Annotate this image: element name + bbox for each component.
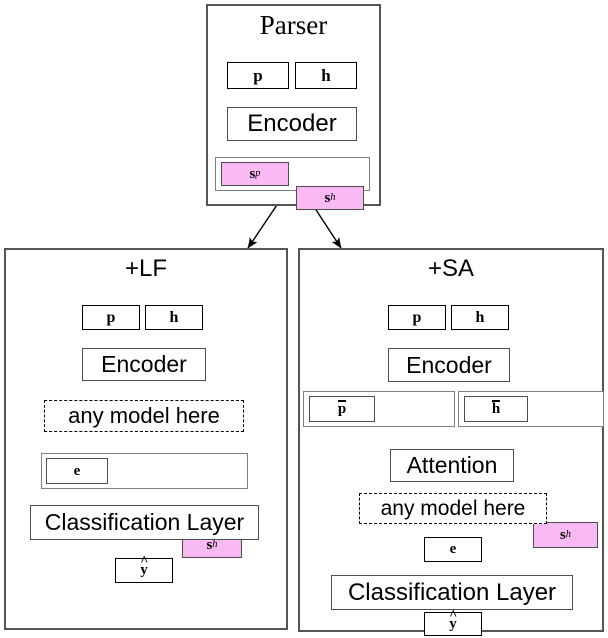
sa-node-y-hat-glyph: ^ y — [449, 608, 457, 632]
parser-node-p-label: p — [253, 66, 263, 85]
parser-node-h: h — [295, 62, 357, 89]
sa-node-h-label: h — [475, 308, 485, 326]
parser-node-s-p: sp — [221, 162, 289, 186]
lf-node-any-model-here: any model here — [44, 400, 244, 432]
lf-node-y-hat-accent: ^ — [140, 553, 149, 569]
sa-node-any-model-here: any model here — [359, 493, 547, 524]
parser-panel-title: Parser — [259, 10, 328, 40]
sa-node-h-bar-base: h — [491, 400, 501, 417]
parser-node-encoder: Encoder — [227, 107, 357, 141]
sa-node-classification-layer-label: Classification Layer — [347, 578, 557, 606]
sa-node-p-label: p — [412, 308, 422, 326]
sa-node-encoder-label: Encoder — [406, 351, 492, 378]
sa-node-p-bar-glyph: p — [337, 400, 347, 417]
sa-node-y-hat-accent: ^ — [449, 606, 458, 622]
sa-node-h: h — [451, 305, 509, 330]
sa-node-p-bar-base: p — [337, 400, 347, 417]
sa-node-p-bar-overline — [338, 400, 346, 402]
lf-node-h: h — [145, 305, 203, 330]
lf-panel-title: +LF — [124, 255, 168, 282]
lf-node-classification-layer-label: Classification Layer — [44, 509, 245, 535]
lf-node-p: p — [82, 305, 140, 330]
sa-panel-title: +SA — [427, 255, 475, 282]
parser-node-h-label: h — [321, 66, 331, 85]
sa-node-s-h: sh — [533, 522, 598, 548]
lf-node-encoder: Encoder — [82, 348, 206, 381]
parser-node-p: p — [227, 62, 289, 89]
sa-node-p: p — [388, 305, 446, 330]
sa-node-h-bar-glyph: h — [491, 400, 501, 417]
lf-node-e-label: e — [73, 462, 81, 479]
sa-node-h-bar-overline — [492, 400, 500, 402]
sa-node-p-bar: p — [309, 396, 375, 422]
sa-node-classification-layer: Classification Layer — [331, 575, 573, 610]
parser-node-s-h: sh — [296, 186, 364, 210]
sa-node-attention: Attention — [390, 449, 514, 482]
sa-node-attention-label: Attention — [406, 452, 498, 478]
sa-node-e: e — [424, 537, 482, 562]
parser-node-encoder-label: Encoder — [247, 110, 337, 137]
lf-node-y-hat: ^ y — [115, 554, 173, 583]
sa-node-e-label: e — [449, 541, 457, 557]
sa-node-any-model-here-label: any model here — [380, 497, 526, 520]
sa-node-s-h-base: s — [559, 526, 566, 543]
sa-node-y-hat: ^ y — [424, 608, 482, 636]
sa-node-encoder: Encoder — [388, 348, 510, 382]
lf-node-any-model-here-label: any model here — [68, 403, 220, 428]
diagram-canvas: Parser p h Encoder sp sh +LF p h Encoder… — [0, 0, 608, 638]
lf-node-encoder-label: Encoder — [101, 351, 187, 377]
lf-node-p-label: p — [106, 308, 116, 326]
lf-node-classification-layer: Classification Layer — [30, 505, 259, 540]
sa-node-h-bar: h — [464, 396, 528, 422]
lf-node-h-label: h — [169, 308, 179, 326]
lf-node-e: e — [46, 458, 108, 484]
lf-node-y-hat-glyph: ^ y — [140, 554, 148, 578]
